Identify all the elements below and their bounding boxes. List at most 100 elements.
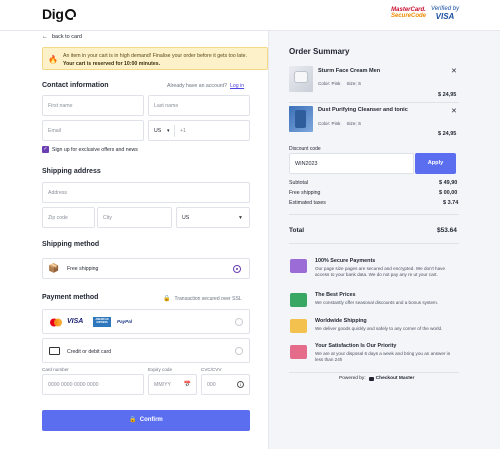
chevron-down-icon: ▼ bbox=[238, 215, 243, 221]
shipping-cost-label: Free shipping bbox=[289, 190, 321, 196]
divider bbox=[289, 243, 459, 244]
item-price: $ 24,95 bbox=[438, 131, 457, 137]
country-value: US bbox=[182, 215, 190, 221]
item-size: Size; S bbox=[346, 81, 362, 86]
payment-section-title: Payment method bbox=[42, 294, 99, 301]
top-header: Dig MasterCard. SecureCode Verified by V… bbox=[0, 0, 500, 31]
verified-by-visa-badge: Verified by VISA bbox=[428, 6, 462, 21]
last-name-field[interactable]: Last name bbox=[148, 95, 250, 116]
item-meta: Color: Pink Size; S bbox=[318, 81, 361, 86]
mastercard-securecode-badge: MasterCard. SecureCode bbox=[391, 7, 426, 19]
item-color: Color: Pink bbox=[318, 81, 341, 86]
cvc-placeholder: 000 bbox=[207, 382, 216, 388]
card-number-placeholder: 0000 0000 0000 0000 bbox=[48, 382, 99, 388]
first-name-field[interactable]: First name bbox=[42, 95, 144, 116]
feature-desc: We constantly offer seasonal discounts a… bbox=[315, 300, 439, 305]
back-label: back to card bbox=[52, 34, 82, 40]
discount-code-input[interactable]: WIN2023 bbox=[289, 153, 414, 174]
city-placeholder: City bbox=[103, 215, 112, 221]
taxes-value: $ 3.74 bbox=[443, 200, 459, 206]
free-shipping-label: Free shipping bbox=[67, 266, 99, 272]
shipping-section-title: Shipping address bbox=[42, 168, 101, 175]
card-brands-radio[interactable] bbox=[235, 318, 243, 326]
calendar-icon[interactable]: 📅 bbox=[184, 381, 191, 388]
item-size: Size; S bbox=[346, 121, 362, 126]
total-label: Total bbox=[289, 227, 305, 234]
city-field[interactable]: City bbox=[97, 207, 172, 228]
address-placeholder: Address bbox=[48, 190, 68, 196]
info-icon[interactable]: i bbox=[237, 381, 244, 388]
logo[interactable]: Dig bbox=[42, 6, 77, 22]
item-meta: Color: Pink Size; S bbox=[318, 121, 361, 126]
worldwide-shipping-icon bbox=[290, 319, 307, 333]
divider bbox=[289, 214, 459, 215]
feature-title: 100% Secure Payments bbox=[315, 258, 376, 264]
order-summary-panel bbox=[268, 31, 500, 449]
satisfaction-gift-icon bbox=[290, 345, 307, 359]
phone-prefix: +1 bbox=[180, 128, 186, 134]
alert-message: An item in your cart is in high demand! … bbox=[63, 53, 247, 59]
expiry-field[interactable]: MM/YY 📅 bbox=[148, 374, 197, 395]
powered-brand: Checkout Master bbox=[375, 376, 415, 381]
first-name-placeholder: First name bbox=[48, 103, 73, 109]
email-field[interactable]: Email bbox=[42, 120, 144, 141]
shipping-cost-value: $ 00,00 bbox=[439, 190, 458, 196]
apply-button[interactable]: Apply bbox=[415, 153, 456, 174]
visa-line2: VISA bbox=[435, 12, 455, 21]
address-field[interactable]: Address bbox=[42, 182, 250, 203]
credit-card-label: Credit or debit card bbox=[67, 349, 112, 355]
secure-payment-icon bbox=[290, 259, 307, 273]
credit-card-icon bbox=[49, 347, 60, 355]
mastercard-icon bbox=[49, 318, 63, 329]
taxes-label: Estimated taxes bbox=[289, 200, 326, 206]
signup-checkbox[interactable]: ✓ bbox=[42, 146, 49, 153]
contact-section-title: Contact information bbox=[42, 82, 109, 89]
credit-card-radio[interactable] bbox=[235, 347, 243, 355]
lock-icon: 🔒 bbox=[129, 417, 137, 423]
mastercard-line2: SecureCode bbox=[391, 13, 427, 19]
expiry-placeholder: MM/YY bbox=[154, 382, 172, 388]
chevron-down-icon: ▾ bbox=[167, 128, 170, 134]
login-link[interactable]: Log in bbox=[230, 83, 244, 89]
phone-field[interactable]: US ▾ +1 bbox=[148, 120, 250, 141]
item-price: $ 24,95 bbox=[438, 92, 457, 98]
ssl-note: 🔒 Transaction secured over SSL bbox=[163, 295, 242, 303]
card-brands-option[interactable]: VISA AMERICAN EXPRESS PayPal bbox=[42, 309, 250, 334]
product-thumbnail bbox=[289, 66, 313, 92]
order-summary-title: Order Summary bbox=[289, 47, 350, 56]
cvc-field[interactable]: 000 i bbox=[201, 374, 250, 395]
product-thumbnail bbox=[289, 106, 313, 132]
item-name: Sturm Face Cream Men bbox=[318, 68, 381, 74]
country-select[interactable]: US ▼ bbox=[176, 207, 250, 228]
shipping-method-title: Shipping method bbox=[42, 241, 100, 248]
checkout-master-icon bbox=[368, 376, 374, 381]
free-shipping-radio[interactable] bbox=[233, 265, 241, 273]
feature-desc: We deliver goods quickly and safely to a… bbox=[315, 326, 443, 331]
zip-code-field[interactable]: Zip code bbox=[42, 207, 95, 228]
divider bbox=[289, 372, 459, 373]
free-shipping-option[interactable]: 📦 Free shipping bbox=[42, 258, 250, 279]
account-prompt: Already have an account? bbox=[167, 83, 227, 89]
lock-icon: 🔒 bbox=[163, 296, 171, 302]
flame-icon: 🔥 bbox=[48, 55, 58, 64]
last-name-placeholder: Last name bbox=[154, 103, 179, 109]
card-number-field[interactable]: 0000 0000 0000 0000 bbox=[42, 374, 144, 395]
price-tag-icon bbox=[290, 293, 307, 307]
country-code-select[interactable]: US bbox=[154, 128, 161, 134]
subtotal-label: Subtotal bbox=[289, 180, 309, 186]
item-color: Color: Pink bbox=[318, 121, 341, 126]
credit-card-option[interactable]: Credit or debit card bbox=[42, 338, 250, 363]
feature-desc: Our page size pages are secured and encr… bbox=[315, 266, 446, 277]
high-demand-alert: 🔥 An item in your cart is in high demand… bbox=[42, 47, 268, 70]
feature-title: The Best Prices bbox=[315, 292, 356, 298]
confirm-button[interactable]: 🔒 Confirm bbox=[42, 410, 250, 431]
remove-item-icon[interactable]: ✕ bbox=[451, 67, 457, 75]
total-value: $53.64 bbox=[437, 227, 457, 234]
discount-code-value: WIN2023 bbox=[295, 161, 318, 167]
arrow-left-icon: ← bbox=[42, 34, 48, 40]
item-name: Dust Purifying Cleanser and tonic bbox=[318, 107, 408, 113]
remove-item-icon[interactable]: ✕ bbox=[451, 107, 457, 115]
back-to-card-link[interactable]: ← back to card bbox=[42, 34, 82, 40]
feature-desc: We are at your disposal 6 days a week an… bbox=[315, 351, 451, 362]
powered-by: Powered by: Checkout Master bbox=[339, 376, 414, 381]
